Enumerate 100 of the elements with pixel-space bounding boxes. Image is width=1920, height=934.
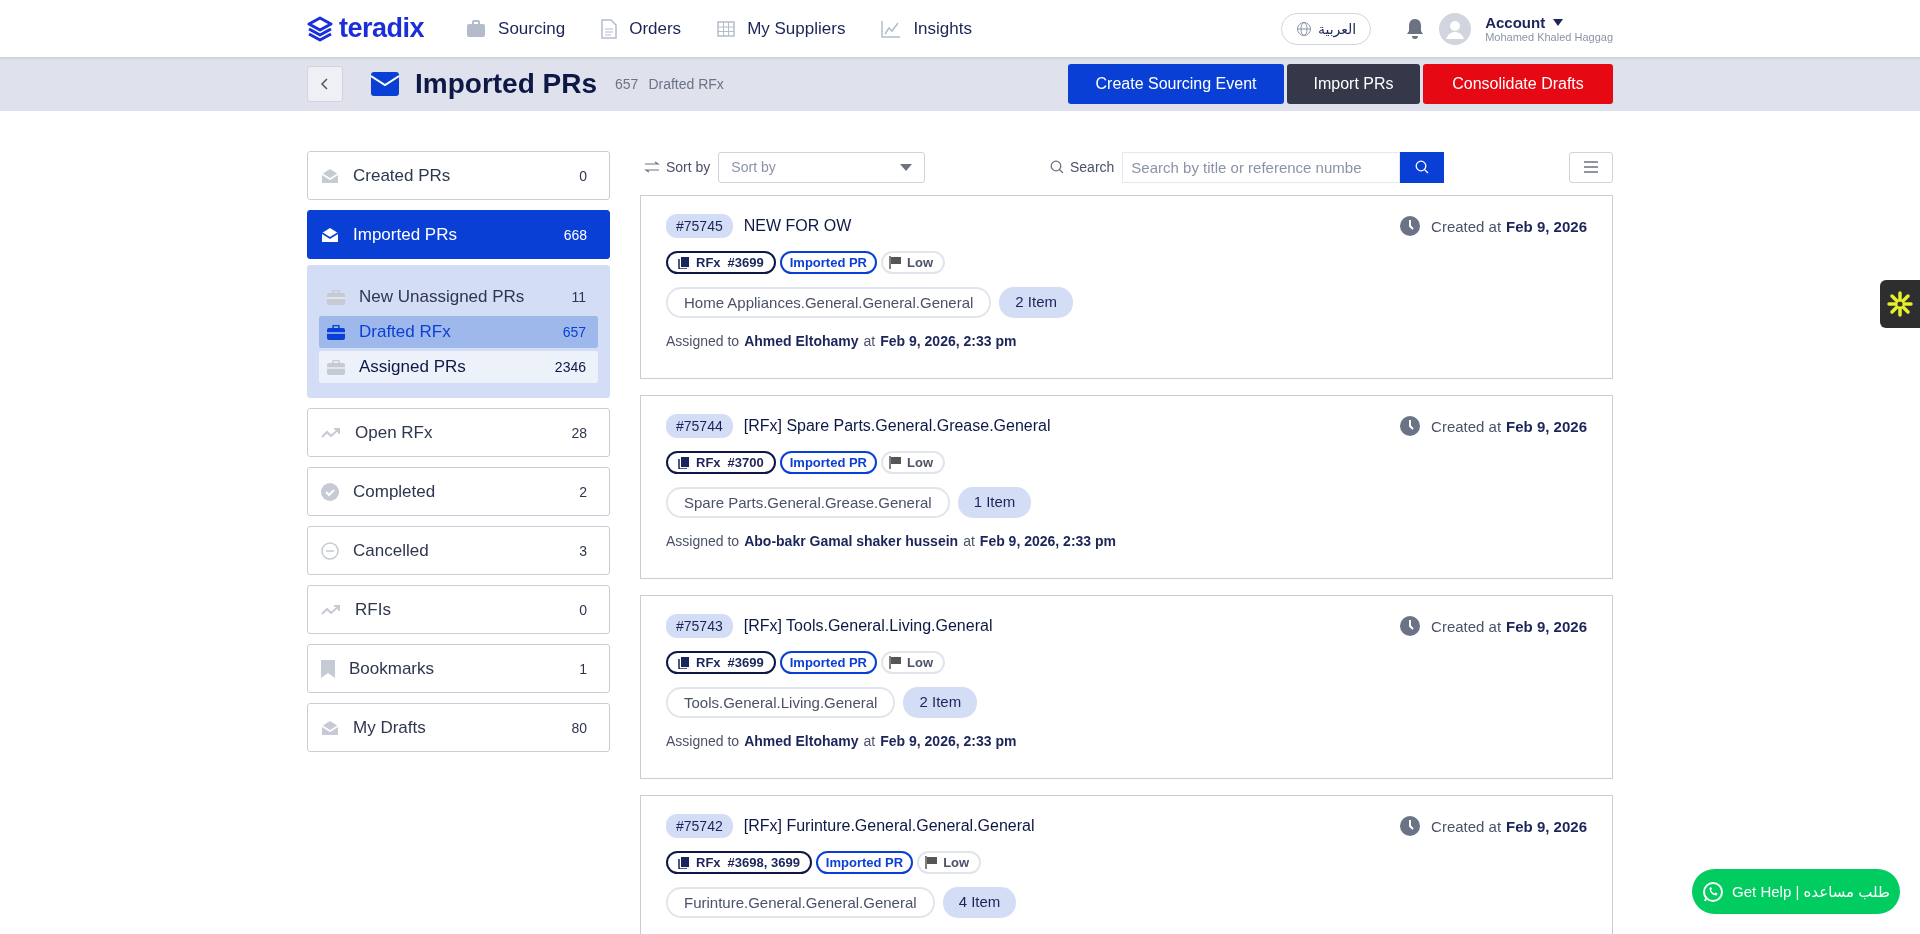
notification-bell-icon[interactable]: [1405, 17, 1426, 40]
sort-label: Sort by: [644, 159, 711, 175]
account-menu[interactable]: Account: [1485, 14, 1546, 31]
category-tag: Tools.General.Living.General: [666, 687, 896, 718]
clock-icon: [1400, 616, 1421, 636]
at-label: at: [863, 333, 876, 349]
created-date: Feb 9, 2026: [1506, 817, 1587, 835]
briefcase-icon: [327, 359, 345, 375]
sidebar-item[interactable]: My Drafts 80: [307, 703, 610, 752]
created-label: Created at: [1431, 417, 1502, 435]
card-title[interactable]: NEW FOR OW: [743, 217, 852, 235]
chat-icon: [1702, 880, 1725, 903]
priority-tag: Low: [881, 451, 945, 474]
submenu-item[interactable]: Drafted RFx 657: [319, 316, 598, 348]
source-tag: Imported PR: [815, 851, 914, 874]
nav-link[interactable]: Insights: [881, 18, 972, 39]
copy-icon: [678, 256, 689, 269]
sidebar-item[interactable]: Created PRs 0: [307, 151, 610, 200]
trend-icon: [321, 603, 341, 616]
request-card[interactable]: #75742 [RFx] Furinture.General.General.General Created at Feb 9, 2026 RFx #3698, 3699 Imported PR Low Furinture.General.General.General 4 Item: [640, 795, 1613, 934]
item-count-badge: 1 Item: [957, 487, 1032, 518]
rfx-tag[interactable]: RFx #3699: [666, 651, 776, 674]
search-icon: [1050, 160, 1064, 174]
asterisk-icon: [1887, 291, 1913, 317]
created-label: Created at: [1431, 817, 1502, 835]
search-button[interactable]: [1400, 151, 1445, 183]
id-badge: #75742: [666, 814, 733, 838]
rfx-tag[interactable]: RFx #3700: [666, 451, 776, 474]
nav-link[interactable]: Sourcing: [466, 18, 566, 39]
created-label: Created at: [1431, 617, 1502, 635]
request-card[interactable]: [640, 395, 1613, 579]
envelope-icon: [321, 167, 339, 184]
rfx-tag[interactable]: RFx #3699: [666, 251, 776, 274]
created-label: Created at: [1431, 217, 1502, 235]
copy-icon: [678, 856, 689, 869]
language-button[interactable]: العربية: [1280, 12, 1372, 45]
sidebar-item[interactable]: Completed 2: [307, 467, 610, 516]
briefcase-icon: [466, 19, 487, 38]
flag-icon: [889, 456, 902, 469]
at-label: at: [863, 733, 876, 749]
briefcase-icon: [327, 289, 345, 305]
item-count-badge: 2 Item: [999, 287, 1074, 318]
briefcase-icon: [327, 324, 345, 340]
menu-icon: [1584, 161, 1598, 173]
id-badge: #75743: [666, 614, 733, 638]
globe-icon: [1295, 20, 1312, 37]
created-date: Feb 9, 2026: [1506, 417, 1587, 435]
assigned-time: Feb 9, 2026, 2:33 pm: [880, 733, 1017, 749]
chart-icon: [881, 19, 902, 38]
chevron-left-icon: [320, 77, 330, 91]
priority-tag: Low: [917, 851, 982, 874]
caret-icon[interactable]: [1553, 19, 1564, 26]
sidebar-item[interactable]: Cancelled 3: [307, 526, 610, 575]
trend-icon: [321, 426, 341, 439]
id-badge: #75744: [666, 414, 733, 438]
caret-icon: [900, 163, 913, 171]
search-icon: [1415, 160, 1430, 174]
category-tag: Furinture.General.General.General: [666, 887, 935, 918]
at-label: at: [963, 533, 975, 549]
assigned-label: Assigned to: [666, 733, 740, 749]
check-circle-icon: [321, 482, 339, 501]
sidebar-item[interactable]: Open RFx 28: [307, 408, 610, 457]
rfx-tag[interactable]: RFx #3698, 3699: [666, 851, 812, 874]
menu-button[interactable]: [1569, 151, 1613, 183]
search-field[interactable]: Search by title or reference numbe: [1122, 151, 1401, 183]
nav-link[interactable]: Orders: [601, 18, 682, 39]
swap-icon: [644, 161, 660, 173]
sidebar-item[interactable]: RFIs 0: [307, 585, 610, 634]
count-text: 657: [615, 76, 639, 92]
nav-link[interactable]: My Suppliers: [717, 18, 846, 39]
document-icon: [601, 18, 618, 39]
search-label: Search: [1050, 159, 1115, 175]
assignee-name: Abo-bakr Gamal shaker hussein: [744, 533, 959, 549]
action-button[interactable]: Consolidate Drafts: [1423, 64, 1613, 104]
sidebar-item[interactable]: Imported PRs 668: [307, 210, 610, 259]
assignee-name: Ahmed Eltohamy: [744, 333, 859, 349]
assigned-time: Feb 9, 2026, 2:33 pm: [979, 533, 1116, 549]
assignee-name: Ahmed Eltohamy: [744, 733, 859, 749]
action-button[interactable]: Create Sourcing Event: [1068, 64, 1284, 104]
assigned-label: Assigned to: [666, 333, 740, 349]
card-title[interactable]: [RFx] Tools.General.Living.General: [743, 617, 993, 635]
assigned-time: Feb 9, 2026, 2:33 pm: [880, 333, 1017, 349]
action-button[interactable]: Import PRs: [1287, 64, 1420, 104]
submenu-item[interactable]: Assigned PRs 2346: [319, 351, 598, 383]
submenu-item[interactable]: New Unassigned PRs 11: [319, 281, 598, 313]
sidebar-item[interactable]: Bookmarks 1: [307, 644, 610, 693]
card-title[interactable]: [RFx] Furinture.General.General.General: [743, 817, 1035, 835]
envelope-icon: [371, 72, 399, 96]
minus-circle-icon: [321, 541, 339, 560]
widget-button[interactable]: [1880, 280, 1920, 328]
table-icon: [717, 19, 736, 38]
card-title[interactable]: [RFx] Spare Parts.General.Grease.General: [743, 417, 1051, 435]
request-card[interactable]: #75745 NEW FOR OW Created at Feb 9, 2026 RFx #3699 Imported PR Low Home Appliances.General.General.General 2 Item Assigned to Ahmed Eltohamy at Feb 9, 2026, 2:33 pm: [640, 195, 1613, 379]
copy-icon: [678, 656, 689, 669]
copy-icon: [678, 456, 689, 469]
logo[interactable]: teradix: [339, 13, 425, 44]
priority-tag: Low: [881, 651, 945, 674]
clock-icon: [1400, 816, 1421, 836]
created-date: Feb 9, 2026: [1506, 617, 1587, 635]
request-card[interactable]: #75743 [RFx] Tools.General.Living.General Created at Feb 9, 2026 RFx #3699 Imported PR Low Tools.General.Living.General 2 Item Assigned to Ahmed Eltohamy at Feb 9, 2026, 2:33 pm: [640, 595, 1613, 779]
